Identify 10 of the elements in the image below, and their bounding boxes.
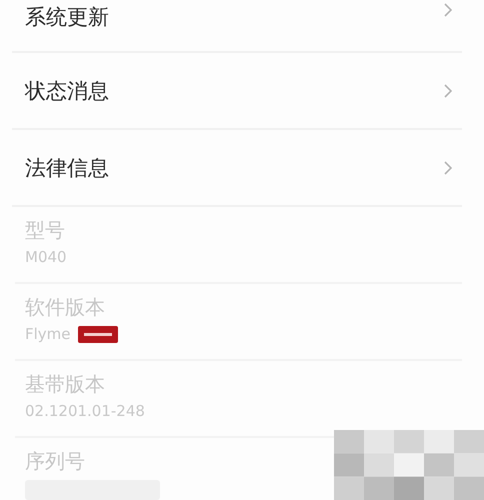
menu-label: 系统更新 (25, 4, 109, 31)
menu-label: 状态消息 (25, 78, 109, 104)
menu-item[interactable]: 状态消息 (12, 53, 462, 130)
chevron-icon (444, 3, 452, 17)
redaction-mark (78, 326, 118, 342)
chevron-icon (444, 84, 452, 98)
menu-label: 法律信息 (25, 154, 109, 182)
menu-item[interactable]: 系统更新 (12, 0, 462, 53)
chevron-icon (444, 160, 452, 174)
menu-item[interactable]: 法律信息 (12, 130, 462, 207)
